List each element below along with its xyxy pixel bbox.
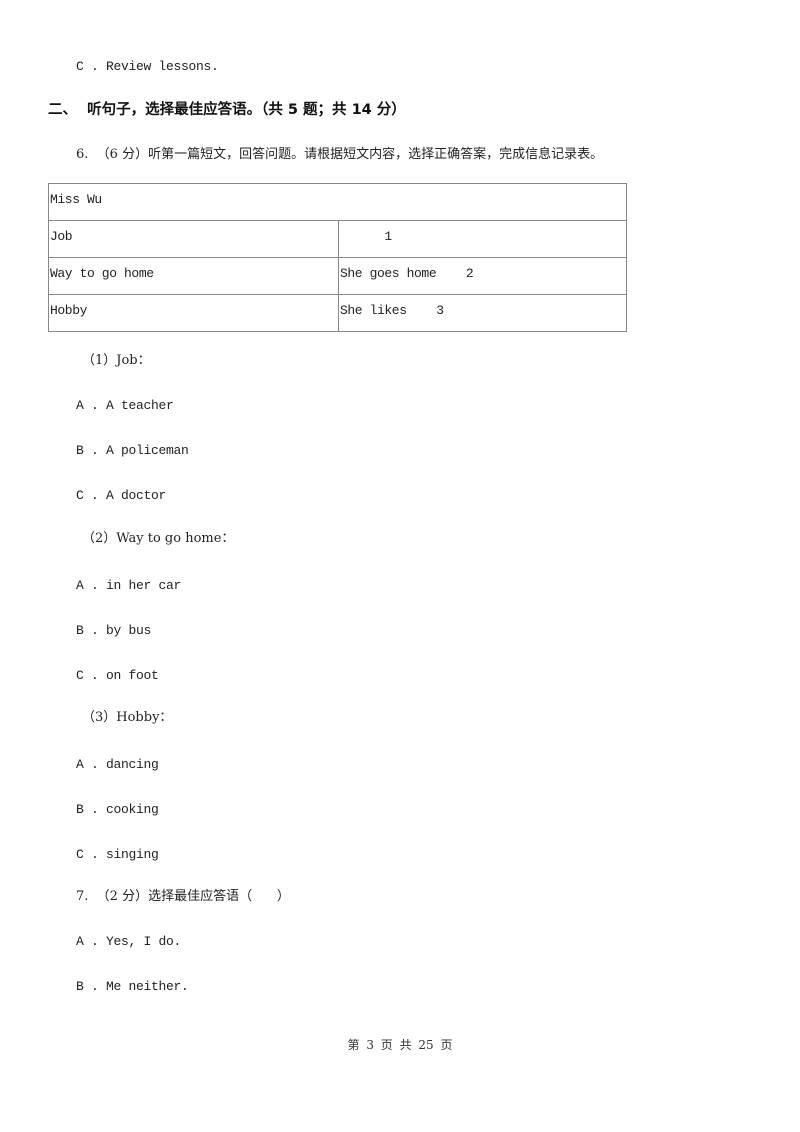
table-row-label: Job [48, 220, 339, 258]
table-row: Way to go home She goes home 2 [48, 257, 627, 295]
question-7-option-a[interactable]: A . Yes, I do. [76, 934, 181, 950]
info-record-table: Miss Wu Job 1 Way to go home She goes ho… [48, 183, 627, 332]
page-number-footer: 第 3 页 共 25 页 [347, 1038, 453, 1052]
sub-question-2-option-c[interactable]: C . on foot [76, 668, 159, 684]
sub-question-3-option-c[interactable]: C . singing [76, 847, 159, 863]
sub-question-1-option-b[interactable]: B . A policeman [76, 443, 189, 459]
sub-question-2-option-a[interactable]: A . in her car [76, 578, 181, 594]
sub-question-1-option-a[interactable]: A . A teacher [76, 398, 174, 414]
table-title-row: Miss Wu [48, 183, 627, 221]
table-row: Job 1 [48, 220, 627, 258]
prev-question-option-c: C . Review lessons. [76, 59, 219, 74]
sub-question-2-prompt: （2）Way to go home： [82, 531, 235, 546]
sub-question-3-option-b[interactable]: B . cooking [76, 802, 159, 818]
table-title-cell: Miss Wu [48, 183, 627, 221]
table-row-label: Way to go home [48, 257, 339, 295]
question-7-option-b[interactable]: B . Me neither. [76, 979, 189, 995]
table-row-value: She likes 3 [338, 294, 627, 332]
question-6-stem: 6. （6 分）听第一篇短文，回答问题。请根据短文内容，选择正确答案，完成信息记… [76, 147, 604, 162]
sub-question-2-option-b[interactable]: B . by bus [76, 623, 151, 639]
table-row-value: She goes home 2 [338, 257, 627, 295]
sub-question-3-option-a[interactable]: A . dancing [76, 757, 159, 773]
table-row-value: 1 [338, 220, 627, 258]
question-7-stem: 7. （2 分）选择最佳应答语（ ） [76, 889, 290, 904]
sub-question-1-option-c[interactable]: C . A doctor [76, 488, 166, 504]
sub-question-1-prompt: （1）Job： [82, 353, 151, 368]
sub-question-3-prompt: （3）Hobby： [82, 710, 173, 725]
section-heading: 二、 听句子，选择最佳应答语。（共 5 题；共 14 分） [48, 102, 406, 118]
table-row-label: Hobby [48, 294, 339, 332]
table-row: Hobby She likes 3 [48, 294, 627, 332]
